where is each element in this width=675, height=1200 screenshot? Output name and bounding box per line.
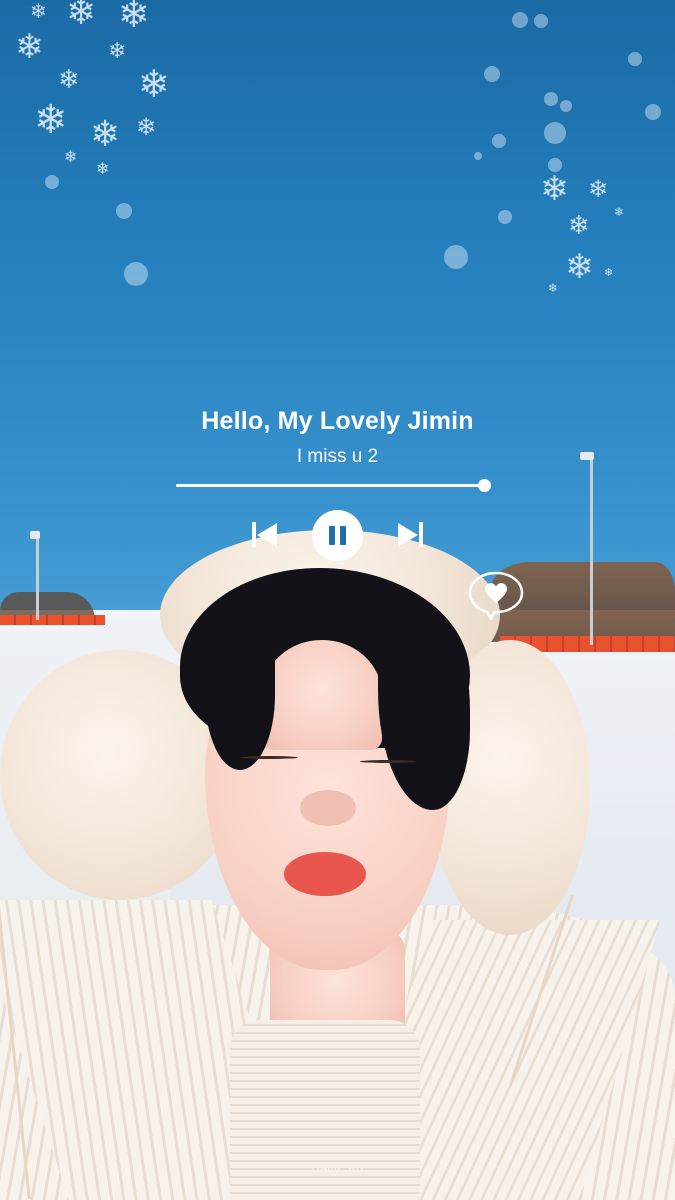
- lamp-pole-right: [590, 455, 593, 645]
- snowflake-icon: ❄: [588, 176, 609, 203]
- snow-bubble: [548, 158, 562, 172]
- snowflake-icon: ❄: [540, 170, 569, 208]
- closed-eye-right: [360, 760, 416, 763]
- progress-bar[interactable]: [176, 484, 488, 487]
- lips: [284, 852, 366, 896]
- lamp-head-left: [30, 531, 40, 539]
- pause-button[interactable]: [312, 510, 363, 561]
- snowflake-icon: ❄: [138, 64, 170, 106]
- closed-eye-left: [240, 756, 298, 759]
- snow-bubble: [512, 12, 528, 28]
- nose: [300, 790, 356, 826]
- snow-bubble: [444, 245, 468, 269]
- snow-bubble: [544, 92, 558, 106]
- hair-fringe: [205, 620, 275, 770]
- snow-bubble: [645, 104, 661, 120]
- snowflake-icon: ❄: [604, 267, 614, 279]
- snowflake-icon: ❄: [565, 248, 594, 286]
- lamp-pole-left: [36, 535, 39, 620]
- wallpaper: ❄ ❄ ❄ ❄ ❄ ❄ ❄ ❄ ❄ ❄ ❄ ❄ ❄ ❄ ❄ ❄ ❄ ❄ ❄ He…: [0, 0, 675, 1200]
- snow-bubble: [560, 100, 572, 112]
- artist-name: I miss u 2: [296, 446, 379, 467]
- snow-bubble: [544, 122, 566, 144]
- snow-bubble: [45, 175, 59, 189]
- snowflake-icon: ❄: [64, 149, 78, 166]
- snow-bubble: [474, 152, 482, 160]
- snow-bubble: [124, 262, 148, 286]
- skip-previous-icon: [246, 518, 282, 552]
- forehead: [262, 640, 382, 750]
- snow-bubble: [484, 66, 500, 82]
- fence-left: [0, 615, 105, 625]
- previous-button[interactable]: [246, 518, 282, 552]
- snowflake-icon: ❄: [30, 1, 47, 23]
- snowflake-icon: ❄: [34, 98, 68, 142]
- watermark: daily_jm: [311, 1160, 364, 1176]
- skip-next-icon: [393, 518, 429, 552]
- snowflake-icon: ❄: [90, 113, 121, 154]
- snowflake-icon: ❄: [136, 114, 157, 141]
- next-button[interactable]: [393, 518, 429, 552]
- snowflake-icon: ❄: [614, 205, 625, 219]
- snowflake-icon: ❄: [108, 38, 127, 63]
- snowflake-icon: ❄: [66, 0, 97, 32]
- snow-bubble: [492, 134, 506, 148]
- snowflake-icon: ❄: [15, 28, 44, 66]
- snowflake-icon: ❄: [96, 161, 110, 178]
- snow-bubble: [498, 210, 512, 224]
- snow-bubble: [116, 203, 132, 219]
- heart-speech-bubble-icon: [468, 571, 524, 620]
- snowflake-icon: ❄: [568, 210, 590, 240]
- snow-bubble: [534, 14, 548, 28]
- snowflake-icon: ❄: [118, 0, 150, 36]
- snow-bubble: [628, 52, 642, 66]
- song-title: Hello, My Lovely Jimin: [201, 407, 474, 435]
- snowflake-icon: ❄: [58, 64, 80, 94]
- snowflake-icon: ❄: [548, 281, 559, 295]
